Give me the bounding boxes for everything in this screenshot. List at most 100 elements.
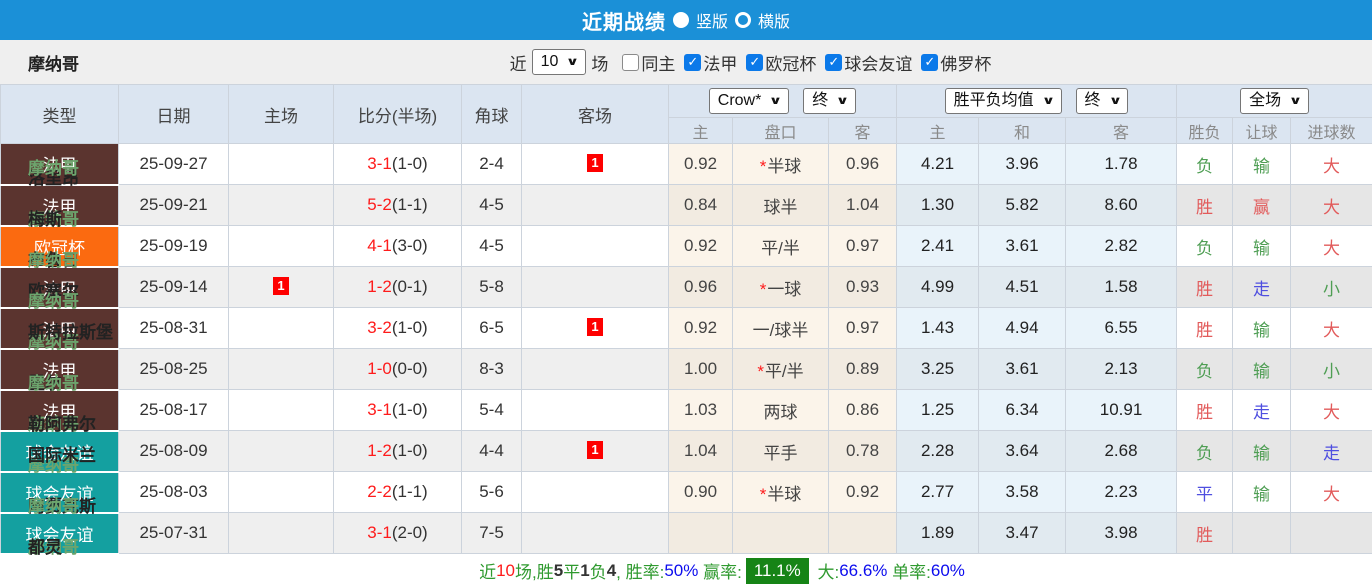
summary-segment: 大: xyxy=(813,558,839,583)
score-cell: 4-1(3-0) xyxy=(334,226,462,267)
halftime-score: (1-1) xyxy=(392,482,428,501)
mean-home: 1.43 xyxy=(897,308,979,349)
handicap-result: 输 xyxy=(1233,349,1291,390)
chevron-down-icon: ∨ xyxy=(1041,91,1054,111)
chevron-down-icon: ∨ xyxy=(769,91,782,111)
checkbox-佛罗杯[interactable]: ✓ xyxy=(921,54,938,71)
handicap-result: 输 xyxy=(1233,308,1291,349)
winlose-result: 负 xyxy=(1177,349,1233,390)
corner-score: 7-5 xyxy=(462,513,522,554)
home-team-cell: 洛里昂 xyxy=(229,144,334,185)
recent-count-value: 10 xyxy=(541,52,559,72)
mean-away: 2.82 xyxy=(1066,226,1177,267)
score-cell: 3-1(1-0) xyxy=(334,144,462,185)
recent-results-table: 类型 日期 主场 比分(半场) 角球 客场 Crow* ∨ 终 ∨ xyxy=(0,84,1372,555)
odds-company-select[interactable]: Crow* ∨ xyxy=(709,88,790,114)
home-team-cell: 1欧塞尔 xyxy=(229,267,334,308)
checkbox-欧冠杯[interactable]: ✓ xyxy=(746,54,763,71)
scope-select[interactable]: 全场 ∨ xyxy=(1240,88,1309,114)
away-team-cell: 梅斯 xyxy=(522,185,669,226)
checkbox-同主[interactable] xyxy=(622,54,639,71)
away-team-cell: 摩纳哥 xyxy=(522,472,669,513)
odds-away: 0.78 xyxy=(829,431,897,472)
odds-home: 0.90 xyxy=(669,472,733,513)
odds-away xyxy=(829,513,897,554)
home-team-cell: 阿贾克斯 xyxy=(229,472,334,513)
mean-time-select[interactable]: 终 ∨ xyxy=(1076,88,1129,114)
summary-segment: 66.6% xyxy=(839,561,887,581)
winlose-result: 胜 xyxy=(1177,390,1233,431)
card-badge: 1 xyxy=(587,441,602,459)
checkbox-法甲[interactable]: ✓ xyxy=(684,54,701,71)
horizontal-layout-radio[interactable] xyxy=(735,12,751,28)
halftime-score: (0-0) xyxy=(392,359,428,378)
chevron-down-icon: ∨ xyxy=(1108,91,1121,111)
col-header-odds-away: 客 xyxy=(829,118,897,144)
away-team-cell: 摩纳哥1 xyxy=(522,144,669,185)
fulltime-score: 3-2 xyxy=(367,318,392,337)
vertical-layout-label: 竖版 xyxy=(696,8,728,32)
summary-segment: 60% xyxy=(931,561,965,581)
goals-result: 小 xyxy=(1291,349,1372,390)
away-team-cell: 都灵 xyxy=(522,513,669,554)
match-row: 法甲25-08-31摩纳哥3-2(1-0)6-5斯特拉斯堡10.92一/球半0.… xyxy=(1,308,1372,349)
goals-result: 走 xyxy=(1291,431,1372,472)
odds-home xyxy=(669,513,733,554)
match-date: 25-09-21 xyxy=(119,185,229,226)
chevron-down-icon: ∨ xyxy=(1289,91,1302,111)
checkbox-label-佛罗杯: 佛罗杯 xyxy=(940,50,991,75)
mean-home: 3.25 xyxy=(897,349,979,390)
mean-draw: 4.94 xyxy=(979,308,1066,349)
checkbox-球会友谊[interactable]: ✓ xyxy=(825,54,842,71)
score-cell: 1-2(1-0) xyxy=(334,431,462,472)
odds-away: 0.96 xyxy=(829,144,897,185)
goals-result: 大 xyxy=(1291,144,1372,185)
filter-controls: 近 10 ∨ 场 同主✓法甲✓欧冠杯✓球会友谊✓佛罗杯 xyxy=(505,49,992,75)
horizontal-layout-label: 横版 xyxy=(758,8,790,32)
league-checkbox-group: 同主✓法甲✓欧冠杯✓球会友谊✓佛罗杯 xyxy=(613,50,991,75)
odds-away: 0.97 xyxy=(829,308,897,349)
mean-type-select[interactable]: 胜平负均值 ∨ xyxy=(945,88,1062,114)
odds-line: 球半 xyxy=(733,185,829,226)
games-label: 场 xyxy=(591,50,608,75)
mean-draw: 3.47 xyxy=(979,513,1066,554)
col-header-goals: 进球数 xyxy=(1291,118,1372,144)
home-team-cell: 里尔 xyxy=(229,349,334,390)
checkbox-label-法甲: 法甲 xyxy=(703,50,737,75)
handicap-result: 输 xyxy=(1233,431,1291,472)
recent-count-select[interactable]: 10 ∨ xyxy=(532,49,587,75)
odds-away: 0.92 xyxy=(829,472,897,513)
corner-score: 5-4 xyxy=(462,390,522,431)
handicap-result: 走 xyxy=(1233,267,1291,308)
vertical-layout-radio[interactable] xyxy=(673,12,689,28)
odds-time-select[interactable]: 终 ∨ xyxy=(803,88,856,114)
home-team-cell: 摩纳哥 xyxy=(229,390,334,431)
summary-segment: 单率: xyxy=(887,558,930,583)
odds-away: 1.04 xyxy=(829,185,897,226)
mean-away: 1.58 xyxy=(1066,267,1177,308)
odds-home: 1.03 xyxy=(669,390,733,431)
col-header-home: 主场 xyxy=(229,85,334,144)
halftime-score: (1-0) xyxy=(392,318,428,337)
mean-away: 8.60 xyxy=(1066,185,1177,226)
winlose-result: 胜 xyxy=(1177,513,1233,554)
summary-segment: 近 xyxy=(479,558,496,583)
fulltime-score: 1-2 xyxy=(367,277,392,296)
chevron-down-icon: ∨ xyxy=(566,52,579,72)
winlose-result: 负 xyxy=(1177,144,1233,185)
odds-home: 1.04 xyxy=(669,431,733,472)
match-date: 25-09-19 xyxy=(119,226,229,267)
odds-line: *半球 xyxy=(733,472,829,513)
filter-bar: 摩纳哥 近 10 ∨ 场 同主✓法甲✓欧冠杯✓球会友谊✓佛罗杯 xyxy=(0,40,1372,84)
away-team-cell: 国际米兰1 xyxy=(522,431,669,472)
odds-line: *一球 xyxy=(733,267,829,308)
col-header-type: 类型 xyxy=(1,85,119,144)
match-date: 25-08-09 xyxy=(119,431,229,472)
col-header-odds-line: 盘口 xyxy=(733,118,829,144)
winlose-result: 平 xyxy=(1177,472,1233,513)
mean-away: 1.78 xyxy=(1066,144,1177,185)
match-date: 25-08-25 xyxy=(119,349,229,390)
asterisk-marker: * xyxy=(760,157,767,176)
odds-group-header: Crow* ∨ 终 ∨ xyxy=(669,85,897,118)
mean-home: 2.28 xyxy=(897,431,979,472)
